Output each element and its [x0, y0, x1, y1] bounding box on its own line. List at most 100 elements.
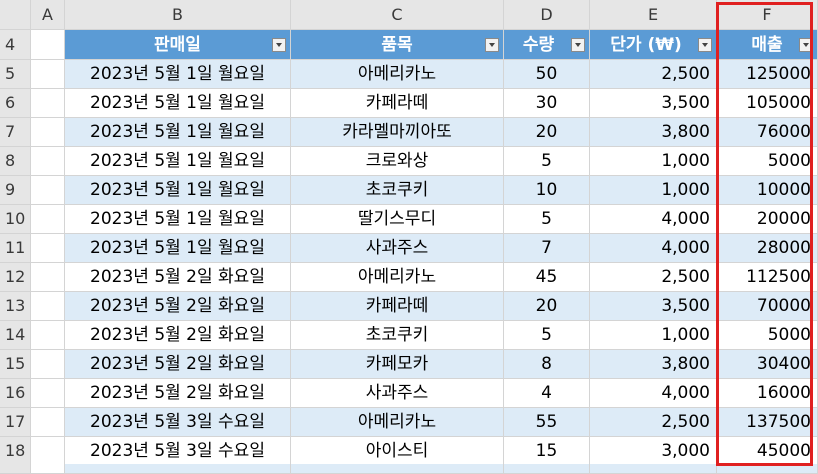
cell-item[interactable]: 사과주스 [291, 234, 504, 263]
cell-unit-price[interactable]: 4,000 [590, 234, 717, 263]
table-header-sales[interactable]: 매출 [717, 30, 818, 60]
cell-sale-date[interactable]: 2023년 5월 2일 화요일 [65, 379, 291, 408]
cell-a[interactable] [31, 379, 65, 408]
cell-unit-price[interactable]: 1,000 [590, 321, 717, 350]
cell-sale-date[interactable]: 2023년 5월 2일 화요일 [65, 350, 291, 379]
cell-item[interactable]: 초코쿠키 [291, 321, 504, 350]
cell-sales[interactable]: 30400 [717, 350, 818, 379]
cell-quantity[interactable]: 7 [504, 234, 590, 263]
cell-sales[interactable]: 10000 [717, 176, 818, 205]
cell-partial[interactable] [590, 464, 717, 474]
cell-a[interactable] [31, 408, 65, 437]
filter-dropdown-icon[interactable] [799, 38, 813, 52]
cell-unit-price[interactable]: 4,000 [590, 379, 717, 408]
cell-item[interactable]: 카페라떼 [291, 292, 504, 321]
filter-dropdown-icon[interactable] [698, 38, 712, 52]
cell-a4[interactable] [31, 30, 65, 60]
cell-item[interactable]: 사과주스 [291, 379, 504, 408]
cell-quantity[interactable]: 30 [504, 89, 590, 118]
cell-a[interactable] [31, 263, 65, 292]
cell-a[interactable] [31, 147, 65, 176]
cell-unit-price[interactable]: 2,500 [590, 263, 717, 292]
cell-a[interactable] [31, 234, 65, 263]
cell-unit-price[interactable]: 4,000 [590, 205, 717, 234]
column-header-c[interactable]: C [291, 0, 504, 30]
filter-dropdown-icon[interactable] [272, 38, 286, 52]
cell-sale-date[interactable]: 2023년 5월 1일 월요일 [65, 176, 291, 205]
cell-sale-date[interactable]: 2023년 5월 1일 월요일 [65, 118, 291, 147]
cell-a[interactable] [31, 437, 65, 466]
row-header-17[interactable]: 17 [0, 408, 31, 437]
row-header-4[interactable]: 4 [0, 30, 31, 60]
row-header-12[interactable]: 12 [0, 263, 31, 292]
filter-dropdown-icon[interactable] [571, 38, 585, 52]
cell-a[interactable] [31, 205, 65, 234]
cell-item[interactable]: 크로와상 [291, 147, 504, 176]
cell-a[interactable] [31, 350, 65, 379]
filter-dropdown-icon[interactable] [485, 38, 499, 52]
cell-sales[interactable]: 20000 [717, 205, 818, 234]
cell-quantity[interactable]: 8 [504, 350, 590, 379]
row-header-10[interactable]: 10 [0, 205, 31, 234]
cell-quantity[interactable]: 50 [504, 60, 590, 89]
cell-quantity[interactable]: 4 [504, 379, 590, 408]
cell-item[interactable]: 아메리카노 [291, 408, 504, 437]
row-header-9[interactable]: 9 [0, 176, 31, 205]
cell-unit-price[interactable]: 3,800 [590, 118, 717, 147]
cell-unit-price[interactable]: 3,500 [590, 292, 717, 321]
column-header-e[interactable]: E [590, 0, 717, 30]
spreadsheet-grid[interactable]: A B C D E F 4 판매일 품목 수량 단가 (₩) 매출 5 2023년… [0, 0, 818, 474]
cell-quantity[interactable]: 45 [504, 263, 590, 292]
cell-quantity[interactable]: 10 [504, 176, 590, 205]
cell-sales[interactable]: 5000 [717, 147, 818, 176]
cell-sale-date[interactable]: 2023년 5월 2일 화요일 [65, 321, 291, 350]
row-header-13[interactable]: 13 [0, 292, 31, 321]
cell-a[interactable] [31, 60, 65, 89]
cell-a[interactable] [31, 89, 65, 118]
cell-item[interactable]: 아메리카노 [291, 263, 504, 292]
row-header-6[interactable]: 6 [0, 89, 31, 118]
cell-sale-date[interactable]: 2023년 5월 1일 월요일 [65, 234, 291, 263]
cell-a[interactable] [31, 292, 65, 321]
cell-item[interactable]: 초코쿠키 [291, 176, 504, 205]
cell-sales[interactable]: 112500 [717, 263, 818, 292]
cell-sales[interactable]: 125000 [717, 60, 818, 89]
cell-unit-price[interactable]: 2,500 [590, 408, 717, 437]
row-header-16[interactable]: 16 [0, 379, 31, 408]
table-header-quantity[interactable]: 수량 [504, 30, 590, 60]
row-header-18[interactable]: 18 [0, 437, 31, 466]
cell-item[interactable]: 아이스티 [291, 437, 504, 466]
cell-sale-date[interactable]: 2023년 5월 2일 화요일 [65, 263, 291, 292]
cell-sales[interactable]: 137500 [717, 408, 818, 437]
row-header-14[interactable]: 14 [0, 321, 31, 350]
cell-item[interactable]: 아메리카노 [291, 60, 504, 89]
table-header-item[interactable]: 품목 [291, 30, 504, 60]
table-header-sale-date[interactable]: 판매일 [65, 30, 291, 60]
cell-quantity[interactable]: 20 [504, 292, 590, 321]
row-header-11[interactable]: 11 [0, 234, 31, 263]
cell-sale-date[interactable]: 2023년 5월 3일 수요일 [65, 437, 291, 466]
column-header-f[interactable]: F [717, 0, 818, 30]
select-all-corner[interactable] [0, 0, 31, 30]
cell-partial[interactable] [504, 464, 590, 474]
cell-partial[interactable] [291, 464, 504, 474]
cell-partial[interactable] [717, 464, 818, 474]
cell-unit-price[interactable]: 3,500 [590, 89, 717, 118]
column-header-d[interactable]: D [504, 0, 590, 30]
row-header-7[interactable]: 7 [0, 118, 31, 147]
row-header-partial[interactable] [0, 464, 31, 474]
cell-unit-price[interactable]: 2,500 [590, 60, 717, 89]
row-header-5[interactable]: 5 [0, 60, 31, 89]
cell-unit-price[interactable]: 3,000 [590, 437, 717, 466]
cell-a[interactable] [31, 321, 65, 350]
cell-item[interactable]: 카페라떼 [291, 89, 504, 118]
cell-item[interactable]: 카페모카 [291, 350, 504, 379]
cell-partial[interactable] [65, 464, 291, 474]
cell-sales[interactable]: 16000 [717, 379, 818, 408]
cell-unit-price[interactable]: 1,000 [590, 147, 717, 176]
cell-a[interactable] [31, 176, 65, 205]
row-header-15[interactable]: 15 [0, 350, 31, 379]
cell-quantity[interactable]: 20 [504, 118, 590, 147]
cell-sales[interactable]: 70000 [717, 292, 818, 321]
cell-a-partial[interactable] [31, 464, 65, 474]
